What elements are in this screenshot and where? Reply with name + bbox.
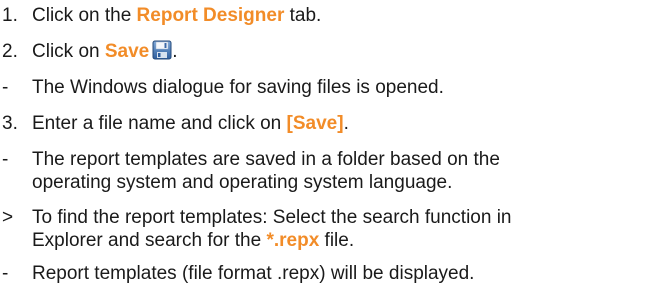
step-result-1: - The Windows dialogue for saving files … <box>0 76 656 99</box>
step-marker: - <box>2 263 9 284</box>
step-result-3: - Report templates (file format .repx) w… <box>0 262 656 285</box>
step-marker: - <box>2 149 9 170</box>
step-text-line-1: To find the report templates: Select the… <box>32 207 512 228</box>
save-highlight: Save <box>104 41 150 62</box>
step-text-line-2: operating system and operating system la… <box>32 172 453 193</box>
step-3: 3. Enter a file name and click on [Save]… <box>0 112 656 135</box>
repx-file-highlight: *.repx <box>266 230 320 251</box>
step-text-post: tab. <box>284 5 322 26</box>
step-text-line-1: The report templates are saved in a fold… <box>32 149 500 170</box>
step-result-2: - The report templates are saved in a fo… <box>0 148 656 194</box>
step-text-pre: Click on <box>32 41 105 62</box>
step-tip: > To find the report templates: Select t… <box>0 206 656 252</box>
step-text-line-2: Explorer and search for the <box>32 230 267 251</box>
step-text-post: . <box>172 41 178 62</box>
floppy-disk-save-icon <box>152 40 172 60</box>
step-text-post: file. <box>319 230 355 251</box>
step-text: Report templates (file format .repx) wil… <box>32 263 475 284</box>
step-text-pre: Click on the <box>32 5 137 26</box>
step-text: The Windows dialogue for saving files is… <box>32 77 444 98</box>
step-marker: 3. <box>2 113 18 134</box>
save-button-highlight: [Save] <box>286 113 344 134</box>
report-designer-highlight: Report Designer <box>136 5 285 26</box>
step-text-post: . <box>343 113 349 134</box>
step-marker: 1. <box>2 5 18 26</box>
step-text: The report templates are saved in a fold… <box>32 148 656 194</box>
step-text: Click on the Report Designer tab. <box>32 4 656 27</box>
step-1: 1. Click on the Report Designer tab. <box>0 4 656 27</box>
step-text: Click on Save . <box>32 40 656 63</box>
step-text-pre: Enter a file name and click on <box>32 113 287 134</box>
step-text: To find the report templates: Select the… <box>32 206 656 252</box>
step-marker: > <box>2 207 14 228</box>
step-marker: - <box>2 77 9 98</box>
step-2: 2. Click on Save . <box>0 40 656 63</box>
instructions-document: 1. Click on the Report Designer tab. 2. … <box>0 0 656 287</box>
step-text: Enter a file name and click on [Save]. <box>32 112 656 135</box>
step-marker: 2. <box>2 41 18 62</box>
